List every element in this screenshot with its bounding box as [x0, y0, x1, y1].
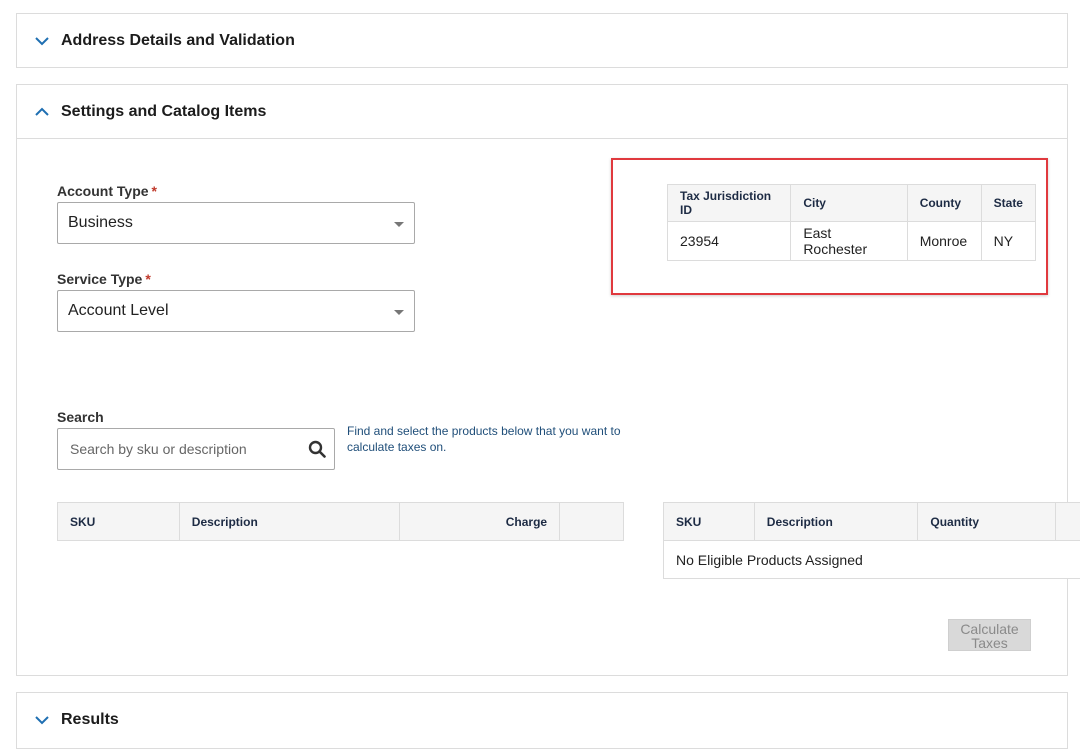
results-header[interactable]: Results: [17, 693, 1067, 747]
account-type-label: Account Type *: [57, 183, 157, 199]
search-input[interactable]: [58, 431, 294, 467]
chevron-down-icon[interactable]: [33, 32, 51, 50]
panel-title: Settings and Catalog Items: [61, 102, 267, 120]
required-marker: *: [145, 271, 151, 287]
cell-state: NY: [980, 221, 1037, 261]
service-type-select[interactable]: Account Level: [57, 290, 415, 332]
table-header-row: SKU Description Quantity: [663, 502, 1080, 541]
search-icon[interactable]: [308, 440, 326, 458]
panel-title: Results: [61, 711, 119, 728]
column-header-sku[interactable]: SKU: [57, 502, 180, 541]
chevron-down-icon[interactable]: [33, 711, 51, 729]
assigned-products-table: SKU Description Quantity No Eligible Pro…: [663, 502, 1080, 579]
column-header-charge[interactable]: Charge: [399, 502, 561, 541]
table-header-row: SKU Description Charge: [57, 502, 624, 541]
address-details-header[interactable]: Address Details and Validation: [17, 14, 1067, 68]
search-hint-text: Find and select the products below that …: [347, 424, 621, 454]
cell-tax-jurisdiction-id: 23954: [666, 221, 792, 261]
required-marker: *: [151, 183, 157, 199]
cell-city: East Rochester: [790, 221, 908, 261]
address-details-panel: Address Details and Validation: [16, 13, 1068, 68]
dropdown-caret-icon: [394, 310, 404, 315]
column-header-actions: [559, 502, 624, 541]
column-header-state: State: [980, 184, 1037, 222]
results-panel: Results: [16, 692, 1068, 749]
settings-catalog-header[interactable]: Settings and Catalog Items: [17, 85, 1067, 139]
table-header-row: Tax Jurisdiction ID City County State: [666, 184, 1037, 222]
panel-title: Address Details and Validation: [61, 32, 295, 49]
calculate-taxes-button[interactable]: Calculate Taxes: [948, 619, 1031, 651]
service-type-label-text: Service Type: [57, 271, 143, 287]
column-header-extra: [1055, 502, 1080, 541]
account-type-label-text: Account Type: [57, 183, 149, 199]
column-header-city: City: [790, 184, 908, 222]
service-type-label: Service Type *: [57, 271, 151, 287]
account-type-select[interactable]: Business: [57, 202, 415, 244]
cell-county: Monroe: [906, 221, 982, 261]
column-header-sku[interactable]: SKU: [663, 502, 755, 541]
search-label: Search: [57, 409, 104, 425]
column-header-description[interactable]: Description: [753, 502, 919, 541]
tax-jurisdiction-table: Tax Jurisdiction ID City County State 23…: [666, 184, 1037, 261]
column-header-tax-jurisdiction-id: Tax Jurisdiction ID: [666, 184, 792, 222]
column-header-quantity[interactable]: Quantity: [917, 502, 1057, 541]
table-row: 23954 East Rochester Monroe NY: [666, 221, 1037, 261]
account-type-value: Business: [68, 214, 133, 231]
service-type-value: Account Level: [68, 302, 169, 319]
chevron-up-icon[interactable]: [33, 103, 51, 121]
empty-message: No Eligible Products Assigned: [663, 540, 1080, 579]
catalog-items-table: SKU Description Charge: [57, 502, 624, 541]
column-header-description[interactable]: Description: [178, 502, 401, 541]
dropdown-caret-icon: [394, 222, 404, 227]
column-header-county: County: [906, 184, 982, 222]
table-row: No Eligible Products Assigned: [663, 540, 1080, 579]
search-box: [57, 428, 335, 470]
